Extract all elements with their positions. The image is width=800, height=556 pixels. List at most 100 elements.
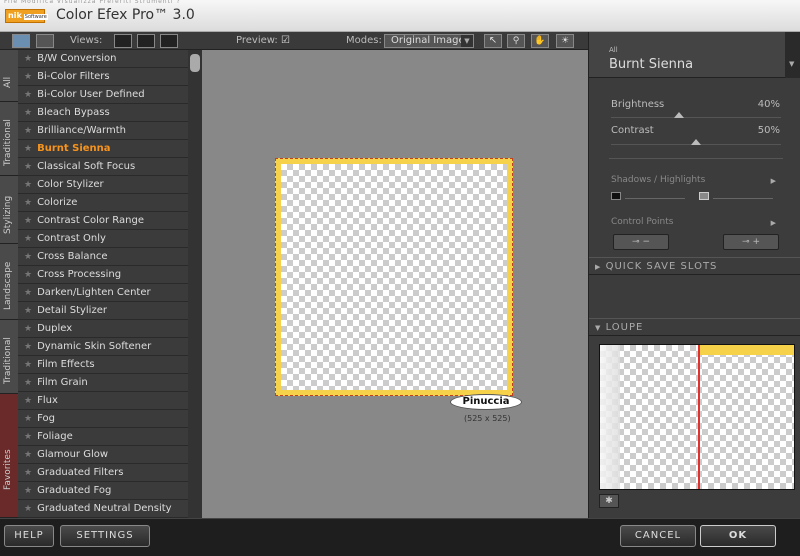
filter-item[interactable]: ★ Dynamic Skin Softener [18,338,188,356]
star-icon[interactable]: ★ [24,216,32,226]
filter-item[interactable]: ★ Contrast Only [18,230,188,248]
star-icon[interactable]: ★ [24,144,32,154]
filter-item[interactable]: ★ Flux [18,392,188,410]
filter-item-label: Detail Stylizer [37,305,107,316]
filter-item[interactable]: ★ Classical Soft Focus [18,158,188,176]
filter-item-label: Classical Soft Focus [37,161,136,172]
filter-item[interactable]: ★ Graduated Neutral Density [18,500,188,518]
preview-label: Preview: [236,35,278,46]
star-icon[interactable]: ★ [24,360,32,370]
star-icon[interactable]: ★ [24,342,32,352]
tab-stylizing[interactable]: Stylizing [0,176,18,244]
preview-checkbox[interactable]: ☑ [281,35,290,46]
filter-item[interactable]: ★ Bi-Color Filters [18,68,188,86]
star-icon[interactable]: ★ [24,72,32,82]
filter-item[interactable]: ★ Glamour Glow [18,446,188,464]
star-icon[interactable]: ★ [24,324,32,334]
filter-item[interactable]: ★ Duplex [18,320,188,338]
filter-item[interactable]: ★ Bi-Color User Defined [18,86,188,104]
add-control-point-button[interactable]: ⊸ + [723,234,779,250]
settings-button[interactable]: SETTINGS [60,525,150,547]
ok-button[interactable]: OK [700,525,776,547]
star-icon[interactable]: ★ [24,414,32,424]
filter-item[interactable]: ★ Cross Processing [18,266,188,284]
filter-item[interactable]: ★ Bleach Bypass [18,104,188,122]
shadows-slider[interactable] [625,198,685,199]
star-icon[interactable]: ★ [24,306,32,316]
star-icon[interactable]: ★ [24,108,32,118]
filter-item-label: Darken/Lighten Center [37,287,151,298]
tab-traditional-2[interactable]: Traditional [0,320,18,394]
filter-item[interactable]: ★ Film Effects [18,356,188,374]
star-icon[interactable]: ★ [24,468,32,478]
quick-save-slots-bar[interactable]: ▶ QUICK SAVE SLOTS [589,257,800,275]
star-icon[interactable]: ★ [24,126,32,136]
star-icon[interactable]: ★ [24,378,32,388]
cancel-button[interactable]: CANCEL [620,525,696,547]
filter-item[interactable]: ★ Colorize [18,194,188,212]
brightness-thumb[interactable] [674,112,684,118]
star-icon[interactable]: ★ [24,54,32,64]
star-icon[interactable]: ★ [24,162,32,172]
modes-select[interactable]: Original Image ▼ [384,34,474,48]
view-side-button[interactable] [160,34,178,48]
single-view-icon[interactable] [12,34,30,48]
bulb-tool-icon[interactable]: ☀ [556,34,574,48]
star-icon[interactable]: ★ [24,288,32,298]
filter-item-label: Flux [37,395,58,406]
filter-scrollbar[interactable] [188,50,202,518]
filter-item[interactable]: ★ Detail Stylizer [18,302,188,320]
filter-item[interactable]: ★ Graduated Filters [18,464,188,482]
filter-item[interactable]: ★ Darken/Lighten Center [18,284,188,302]
help-button[interactable]: HELP [4,525,54,547]
star-icon[interactable]: ★ [24,270,32,280]
scroll-thumb[interactable] [190,54,200,72]
split-view-icon[interactable] [36,34,54,48]
contrast-thumb[interactable] [691,139,701,145]
app-title: Color Efex Pro™ 3.0 [56,7,195,23]
filter-item[interactable]: ★ Graduated Fog [18,482,188,500]
tab-landscape[interactable]: Landscape [0,244,18,320]
star-icon[interactable]: ★ [24,180,32,190]
tab-traditional[interactable]: Traditional [0,102,18,176]
remove-control-point-button[interactable]: ⊸ − [613,234,669,250]
filter-item[interactable]: ★ Burnt Sienna [18,140,188,158]
star-icon[interactable]: ★ [24,90,32,100]
star-icon[interactable]: ★ [24,252,32,262]
filter-item[interactable]: ★ Color Stylizer [18,176,188,194]
filter-item[interactable]: ★ Foliage [18,428,188,446]
loupe-bar[interactable]: ▼ LOUPE [589,318,800,336]
star-icon[interactable]: ★ [24,504,32,514]
view-single-button[interactable] [114,34,132,48]
filter-item[interactable]: ★ Contrast Color Range [18,212,188,230]
filter-item[interactable]: ★ Film Grain [18,374,188,392]
view-split-button[interactable] [137,34,155,48]
filter-item[interactable]: ★ B/W Conversion [18,50,188,68]
panel-scrollbar[interactable]: ▼ [785,32,800,78]
chevron-right-icon[interactable]: ▶ [771,177,776,185]
star-icon[interactable]: ★ [24,198,32,208]
filter-item-label: Brilliance/Warmth [37,125,126,136]
star-icon[interactable]: ★ [24,486,32,496]
highlights-slider[interactable] [713,198,773,199]
filter-item[interactable]: ★ Cross Balance [18,248,188,266]
tab-all[interactable]: All [0,50,18,102]
loupe-pin-icon[interactable]: ✱ [599,494,619,508]
star-icon[interactable]: ★ [24,432,32,442]
chevron-right-icon[interactable]: ▶ [771,219,776,227]
pointer-tool-icon[interactable]: ↖ [484,34,502,48]
star-icon[interactable]: ★ [24,450,32,460]
filter-item-label: Film Grain [37,377,88,388]
zoom-tool-icon[interactable]: ⚲ [507,34,525,48]
hand-tool-icon[interactable]: ✋ [531,34,549,48]
star-icon[interactable]: ★ [24,396,32,406]
filter-item-label: Bi-Color Filters [37,71,110,82]
star-icon[interactable]: ★ [24,234,32,244]
tab-favorites[interactable]: Favorites [0,394,18,518]
preview-image[interactable] [275,158,513,396]
filter-item[interactable]: ★ Fog [18,410,188,428]
views-label: Views: [70,35,103,46]
chevron-right-icon: ▶ [595,263,602,271]
brightness-slider[interactable] [611,117,781,118]
filter-item[interactable]: ★ Brilliance/Warmth [18,122,188,140]
